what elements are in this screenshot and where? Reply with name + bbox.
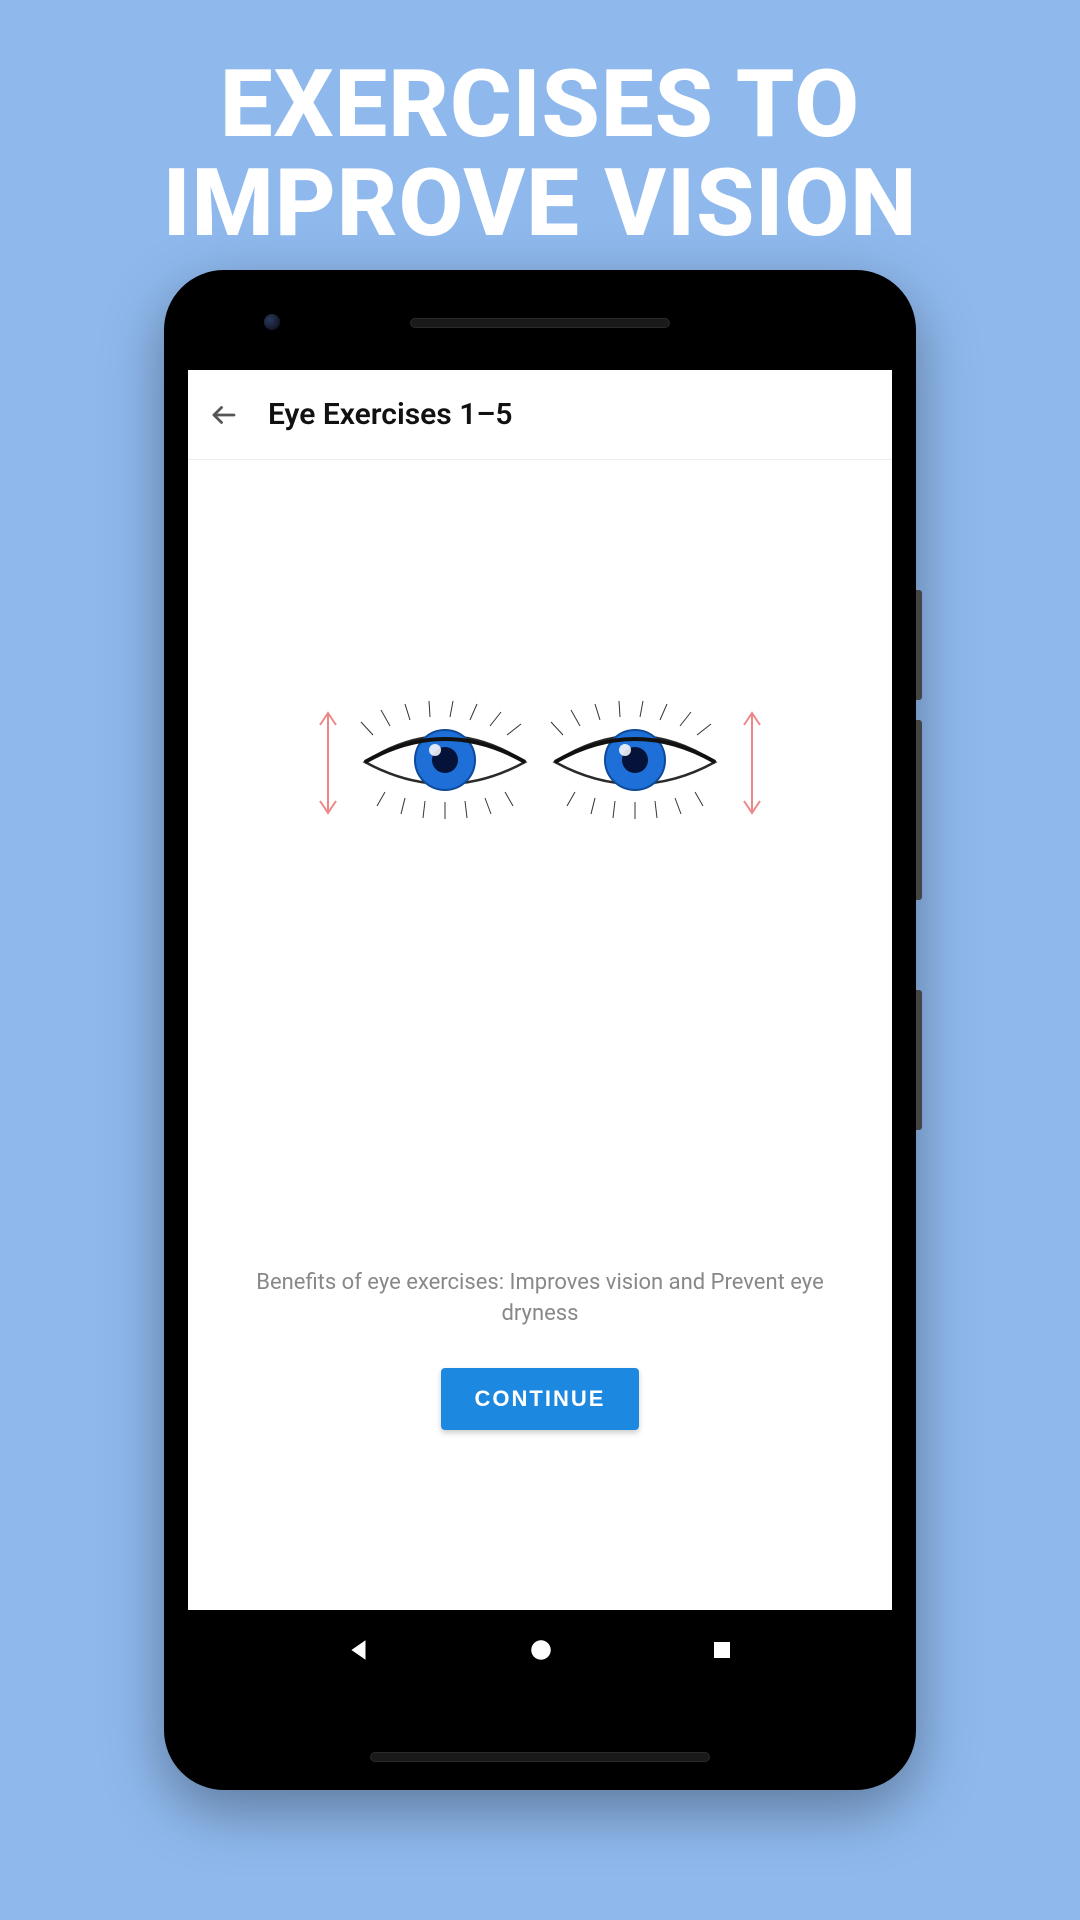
android-nav-bar — [188, 1610, 892, 1690]
right-eye-icon — [545, 700, 725, 830]
power-button — [916, 990, 922, 1130]
benefits-text: Benefits of eye exercises: Improves visi… — [188, 1268, 892, 1330]
volume-down-button — [916, 720, 922, 900]
nav-home-icon[interactable] — [528, 1637, 554, 1663]
phone-speaker-bottom — [370, 1752, 710, 1762]
promo-title: EXERCISES TO IMPROVE VISION — [0, 0, 1080, 252]
nav-recent-icon[interactable] — [710, 1638, 734, 1662]
page-title: Eye Exercises 1–5 — [268, 397, 513, 432]
phone-front-camera — [264, 314, 280, 330]
back-arrow-icon[interactable] — [204, 395, 244, 435]
phone-speaker-top — [410, 318, 670, 328]
volume-up-button — [916, 590, 922, 700]
nav-back-icon[interactable] — [346, 1637, 372, 1663]
eyes-illustration — [188, 700, 892, 830]
promo-title-line2: IMPROVE VISION — [163, 148, 918, 258]
phone-frame: Eye Exercises 1–5 — [164, 270, 916, 1790]
continue-button[interactable]: CONTINUE — [441, 1368, 640, 1430]
arrow-up-down-icon — [311, 703, 345, 827]
phone-screen: Eye Exercises 1–5 — [188, 370, 892, 1690]
exercise-content: Benefits of eye exercises: Improves visi… — [188, 460, 892, 1610]
arrow-up-down-icon — [735, 703, 769, 827]
app-bar: Eye Exercises 1–5 — [188, 370, 892, 460]
left-eye-icon — [355, 700, 535, 830]
promo-title-line1: EXERCISES TO — [220, 49, 860, 159]
